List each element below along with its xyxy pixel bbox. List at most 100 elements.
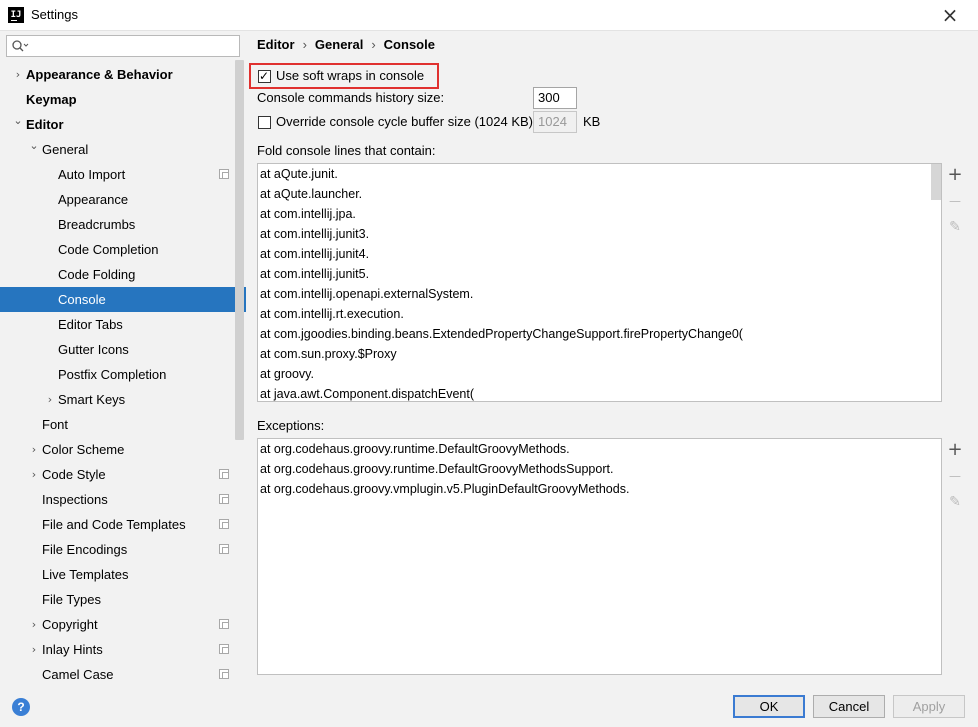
sidebar-item-label: File and Code Templates [42, 517, 186, 532]
chevron-right-icon[interactable]: › [12, 62, 24, 87]
exception-line-item[interactable]: at org.codehaus.groovy.runtime.DefaultGr… [258, 439, 941, 459]
search-input[interactable] [6, 35, 240, 57]
remove-icon[interactable]: — [943, 464, 967, 488]
sidebar-scrollbar[interactable] [235, 60, 244, 440]
breadcrumb-console: Console [383, 37, 435, 52]
close-icon[interactable]: × [938, 4, 962, 26]
sidebar-item-label: Keymap [26, 92, 77, 107]
sidebar-item-label: Appearance & Behavior [26, 67, 173, 82]
chevron-down-icon[interactable]: ⌄ [28, 137, 40, 162]
intellij-app-icon: IJ [8, 7, 24, 23]
fold-line-item[interactable]: at com.intellij.junit4. [258, 244, 941, 264]
chevron-right-icon[interactable]: › [28, 637, 40, 662]
project-scope-icon [219, 494, 229, 504]
sidebar-item-breadcrumbs[interactable]: Breadcrumbs [0, 212, 246, 237]
sidebar-item-label: Code Completion [58, 242, 159, 257]
exceptions-label: Exceptions: [257, 418, 325, 433]
sidebar-item-console[interactable]: Console [0, 287, 246, 312]
sidebar-item-label: Camel Case [42, 667, 114, 682]
chevron-right-icon[interactable]: › [44, 387, 56, 412]
sidebar-item-camel-case[interactable]: Camel Case [0, 662, 246, 687]
soft-wraps-checkbox[interactable] [258, 68, 271, 84]
search-icon [12, 40, 29, 52]
chevron-right-icon[interactable]: › [28, 462, 40, 487]
breadcrumb-general: General [314, 37, 364, 52]
sidebar-item-file-and-code-templates[interactable]: File and Code Templates [0, 512, 246, 537]
apply-button[interactable]: Apply [893, 695, 965, 718]
fold-list-scrollbar[interactable] [931, 164, 941, 200]
fold-line-item[interactable]: at com.sun.proxy.$Proxy [258, 344, 941, 364]
buffer-size-field[interactable]: 1024 [533, 111, 577, 133]
sidebar-item-gutter-icons[interactable]: Gutter Icons [0, 337, 246, 362]
fold-line-item[interactable]: at com.intellij.junit5. [258, 264, 941, 284]
fold-line-item[interactable]: at groovy. [258, 364, 941, 384]
project-scope-icon [219, 544, 229, 554]
fold-line-item[interactable]: at aQute.launcher. [258, 184, 941, 204]
breadcrumb: Editor › General › Console [257, 37, 435, 52]
sidebar-item-smart-keys[interactable]: › Smart Keys [0, 387, 246, 412]
chevron-down-icon[interactable]: ⌄ [12, 112, 24, 137]
sidebar-item-label: Inspections [42, 492, 108, 507]
sidebar-item-label: File Types [42, 592, 102, 607]
sidebar-item-inlay-hints[interactable]: › Inlay Hints [0, 637, 246, 662]
add-icon[interactable]: + [943, 163, 967, 187]
breadcrumb-separator-icon: › [371, 37, 376, 52]
project-scope-icon [219, 469, 229, 479]
sidebar-item-inspections[interactable]: Inspections [0, 487, 246, 512]
sidebar-item-label: Editor Tabs [58, 317, 123, 332]
remove-icon[interactable]: — [943, 189, 967, 213]
sidebar-item-label: Color Scheme [42, 442, 125, 457]
sidebar-item-code-folding[interactable]: Code Folding [0, 262, 246, 287]
sidebar-item-label: Code Folding [58, 267, 136, 282]
sidebar-item-label: Gutter Icons [58, 342, 129, 357]
history-size-field[interactable]: 300 [533, 87, 577, 109]
help-icon[interactable]: ? [12, 698, 30, 716]
window-title: Settings [31, 7, 78, 22]
sidebar-item-postfix-completion[interactable]: Postfix Completion [0, 362, 246, 387]
fold-line-item[interactable]: at com.intellij.openapi.externalSystem. [258, 284, 941, 304]
add-icon[interactable]: + [943, 438, 967, 462]
fold-line-item[interactable]: at com.intellij.jpa. [258, 204, 941, 224]
sidebar-item-editor-tabs[interactable]: Editor Tabs [0, 312, 246, 337]
fold-line-item[interactable]: at aQute.junit. [258, 164, 941, 184]
fold-lines-label: Fold console lines that contain: [257, 143, 436, 158]
sidebar-item-keymap[interactable]: Keymap [0, 87, 246, 112]
override-buffer-checkbox[interactable] [258, 116, 271, 129]
fold-line-item[interactable]: at com.intellij.junit3. [258, 224, 941, 244]
sidebar-item-appearance[interactable]: Appearance [0, 187, 246, 212]
edit-icon[interactable]: ✎ [943, 215, 967, 239]
sidebar-item-file-types[interactable]: File Types [0, 587, 246, 612]
project-scope-icon [219, 669, 229, 679]
chevron-right-icon[interactable]: › [28, 437, 40, 462]
ok-button[interactable]: OK [733, 695, 805, 718]
exceptions-list[interactable]: at org.codehaus.groovy.runtime.DefaultGr… [257, 438, 942, 675]
edit-icon[interactable]: ✎ [943, 490, 967, 514]
fold-lines-list[interactable]: at aQute.junit. at aQute.launcher. at com.… [257, 163, 942, 402]
breadcrumb-separator-icon: › [302, 37, 307, 52]
sidebar-item-auto-import[interactable]: Auto Import [0, 162, 246, 187]
sidebar-item-color-scheme[interactable]: › Color Scheme [0, 437, 246, 462]
sidebar-item-label: General [42, 142, 89, 157]
fold-line-item[interactable]: at com.intellij.rt.execution. [258, 304, 941, 324]
history-size-label: Console commands history size: [257, 90, 445, 105]
sidebar-item-editor[interactable]: ⌄ Editor [0, 112, 246, 137]
sidebar-item-code-style[interactable]: › Code Style [0, 462, 246, 487]
sidebar-item-code-completion[interactable]: Code Completion [0, 237, 246, 262]
sidebar-item-label: Postfix Completion [58, 367, 167, 382]
fold-list-toolbar: + — ✎ [943, 163, 967, 243]
sidebar-item-label: Editor [26, 117, 64, 132]
sidebar-item-live-templates[interactable]: Live Templates [0, 562, 246, 587]
sidebar-item-font[interactable]: Font [0, 412, 246, 437]
exception-line-item[interactable]: at org.codehaus.groovy.vmplugin.v5.Plugi… [258, 479, 941, 499]
chevron-right-icon[interactable]: › [28, 612, 40, 637]
sidebar-item-file-encodings[interactable]: File Encodings [0, 537, 246, 562]
cancel-button[interactable]: Cancel [813, 695, 885, 718]
exception-line-item[interactable]: at org.codehaus.groovy.runtime.DefaultGr… [258, 459, 941, 479]
sidebar-item-general[interactable]: ⌄ General [0, 137, 246, 162]
sidebar-item-appearance-behavior[interactable]: › Appearance & Behavior [0, 62, 246, 87]
fold-line-item[interactable]: at com.jgoodies.binding.beans.ExtendedPr… [258, 324, 941, 344]
soft-wraps-label[interactable]: Use soft wraps in console [276, 68, 424, 83]
override-buffer-label[interactable]: Override console cycle buffer size (1024… [276, 114, 533, 129]
fold-line-item[interactable]: at java.awt.Component.dispatchEvent( [258, 384, 941, 401]
sidebar-item-copyright[interactable]: › Copyright [0, 612, 246, 637]
